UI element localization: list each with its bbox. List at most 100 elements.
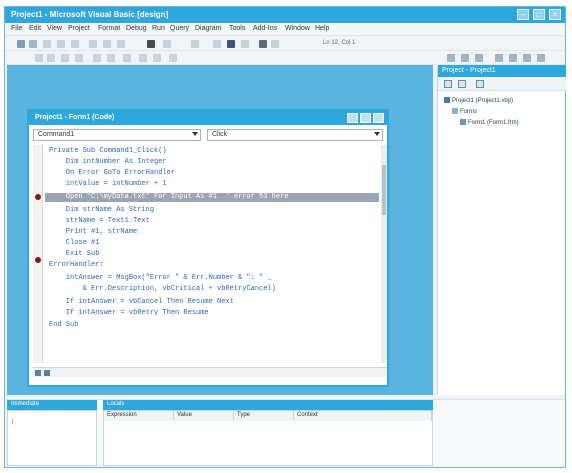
toggle-folders-icon[interactable]	[476, 80, 484, 88]
menu-tools[interactable]: Tools	[229, 25, 245, 32]
code-line: intValue = intNumber + 1	[49, 180, 167, 188]
form-layout-icon[interactable]	[447, 54, 455, 62]
tree-item-form1[interactable]: Form1 (Form1.frm)	[460, 119, 519, 126]
menu-editor-icon[interactable]	[43, 40, 51, 48]
bookmark-icon[interactable]	[169, 54, 177, 62]
object-combo-value: Command1	[38, 131, 75, 138]
column-header[interactable]: Expression	[104, 411, 174, 421]
standard-toolbar: Ln 12, Col 1	[5, 37, 565, 51]
menu-file[interactable]: File	[11, 25, 22, 32]
column-header-label: Value	[177, 412, 192, 418]
locals-window-icon[interactable]	[537, 54, 545, 62]
add-form-icon[interactable]	[29, 40, 37, 48]
code-line: Private Sub Command1_Click()	[49, 147, 167, 155]
maximize-button[interactable]: □	[533, 9, 545, 20]
horizontal-scrollbar[interactable]	[33, 367, 387, 377]
redo-icon[interactable]	[191, 40, 199, 48]
menu-query[interactable]: Query	[170, 25, 189, 32]
code-line: Open "C:\myData.txt" For Input As #1 ' e…	[49, 193, 289, 201]
chevron-down-icon	[374, 132, 380, 136]
menu-project[interactable]: Project	[68, 25, 90, 32]
open-project-icon[interactable]	[57, 40, 65, 48]
code-line: End Sub	[49, 321, 79, 329]
close-button[interactable]: ×	[549, 9, 561, 20]
undo-icon[interactable]	[163, 40, 171, 48]
indent-icon[interactable]	[93, 54, 101, 62]
menu-add-ins[interactable]: Add-Ins	[253, 25, 277, 32]
code-line: If intAnswer = vbCancel Then Resume Next	[49, 298, 234, 306]
list-properties-icon[interactable]	[35, 54, 43, 62]
find-icon[interactable]	[147, 40, 155, 48]
bottom-panels: Immediate | Locals Expression Value Type…	[7, 399, 565, 467]
add-project-icon[interactable]	[17, 40, 25, 48]
breakpoint-icon[interactable]	[35, 194, 41, 200]
project-icon	[444, 97, 450, 103]
menu-edit[interactable]: Edit	[29, 25, 41, 32]
parameter-info-icon[interactable]	[75, 54, 83, 62]
menu-format[interactable]: Format	[98, 25, 120, 32]
locals-window-title-bar: Locals	[103, 400, 433, 410]
column-header-label: Context	[297, 412, 318, 418]
column-header[interactable]: Value	[174, 411, 234, 421]
margin-indicator-bar[interactable]	[33, 145, 43, 363]
view-code-icon[interactable]	[444, 80, 452, 88]
object-combo[interactable]: Command1	[33, 129, 201, 141]
immediate-window[interactable]: |	[7, 410, 97, 466]
menu-view[interactable]: View	[47, 25, 62, 32]
menu-bar: File Edit View Project Format Debug Run …	[5, 23, 565, 36]
code-window-close-button[interactable]	[373, 113, 384, 123]
break-icon[interactable]	[227, 40, 235, 48]
code-line: If intAnswer = vbRetry Then Resume	[49, 309, 209, 317]
project-explorer-toolbar	[438, 77, 566, 91]
start-icon[interactable]	[213, 40, 221, 48]
code-window-maximize-button[interactable]	[360, 113, 371, 123]
project-explorer-icon[interactable]	[259, 40, 267, 48]
properties-window-icon[interactable]	[271, 40, 279, 48]
immediate-window-icon[interactable]	[523, 54, 531, 62]
code-line: Exit Sub	[49, 250, 100, 258]
scrollbar-thumb[interactable]	[382, 165, 386, 215]
view-object-icon[interactable]	[458, 80, 466, 88]
cut-icon[interactable]	[89, 40, 97, 48]
code-window: Project1 - Form1 (Code) Command1 Click P…	[27, 109, 389, 387]
code-line: Dim intNumber As Integer	[49, 158, 167, 166]
paste-icon[interactable]	[117, 40, 125, 48]
project-explorer-title-bar: Project - Project1	[438, 65, 566, 77]
visual-component-manager-icon[interactable]	[509, 54, 517, 62]
full-module-view-icon[interactable]	[44, 370, 50, 376]
code-line: ErrorHandler:	[49, 261, 104, 269]
menu-run[interactable]: Run	[152, 25, 165, 32]
uncomment-block-icon[interactable]	[153, 54, 161, 62]
toolbox-icon[interactable]	[475, 54, 483, 62]
outdent-icon[interactable]	[107, 54, 115, 62]
menu-window[interactable]: Window	[285, 25, 310, 32]
comment-block-icon[interactable]	[139, 54, 147, 62]
code-line: Dim strName As String	[49, 206, 155, 214]
minimize-button[interactable]: –	[517, 9, 529, 20]
toggle-breakpoint-icon[interactable]	[123, 54, 131, 62]
column-header[interactable]: Context	[294, 411, 432, 421]
data-view-icon[interactable]	[495, 54, 503, 62]
code-line: Print #1, strName	[49, 228, 138, 236]
code-editor[interactable]: Private Sub Command1_Click() Dim intNumb…	[33, 145, 379, 363]
object-browser-icon[interactable]	[461, 54, 469, 62]
procedure-combo[interactable]: Click	[207, 129, 383, 141]
breakpoint-icon[interactable]	[35, 257, 41, 263]
menu-diagram[interactable]: Diagram	[195, 25, 221, 32]
copy-icon[interactable]	[103, 40, 111, 48]
list-constants-icon[interactable]	[47, 54, 55, 62]
tree-item-label: Project1 (Project1.vbp)	[452, 98, 514, 104]
code-line: & Err.Description, vbCritical + vbRetryC…	[49, 285, 276, 293]
code-window-minimize-button[interactable]	[347, 113, 358, 123]
column-header[interactable]: Type	[234, 411, 294, 421]
menu-debug[interactable]: Debug	[126, 25, 147, 32]
tree-item-forms-folder[interactable]: Forms	[452, 108, 477, 115]
save-project-icon[interactable]	[71, 40, 79, 48]
vertical-scrollbar[interactable]	[381, 145, 387, 363]
locals-window[interactable]: Expression Value Type Context	[103, 410, 433, 466]
menu-help[interactable]: Help	[315, 25, 329, 32]
end-icon[interactable]	[241, 40, 249, 48]
procedure-view-icon[interactable]	[35, 370, 41, 376]
tree-item-project[interactable]: Project1 (Project1.vbp)	[444, 97, 513, 104]
quick-info-icon[interactable]	[61, 54, 69, 62]
